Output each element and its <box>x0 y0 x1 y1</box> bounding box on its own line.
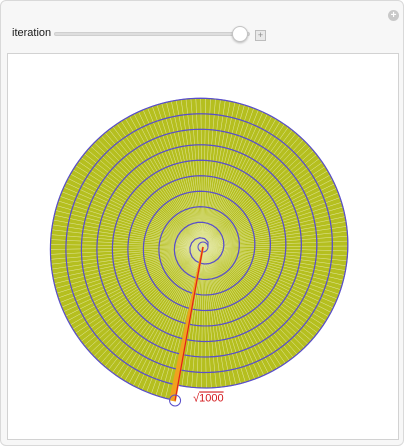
root-label: √1000 <box>193 392 224 404</box>
plus-square-icon[interactable]: + <box>255 30 266 41</box>
manipulate-panel: + iteration + √1000 <box>0 0 404 446</box>
iteration-slider[interactable] <box>54 32 250 36</box>
root-value: 1000 <box>199 392 223 404</box>
iteration-label: iteration <box>12 27 52 39</box>
spiral-of-theodorus-plot: √1000 <box>49 97 349 407</box>
iteration-slider-thumb[interactable] <box>232 26 249 42</box>
plus-circle-icon[interactable]: + <box>388 10 399 21</box>
plot-area: √1000 <box>7 53 399 440</box>
